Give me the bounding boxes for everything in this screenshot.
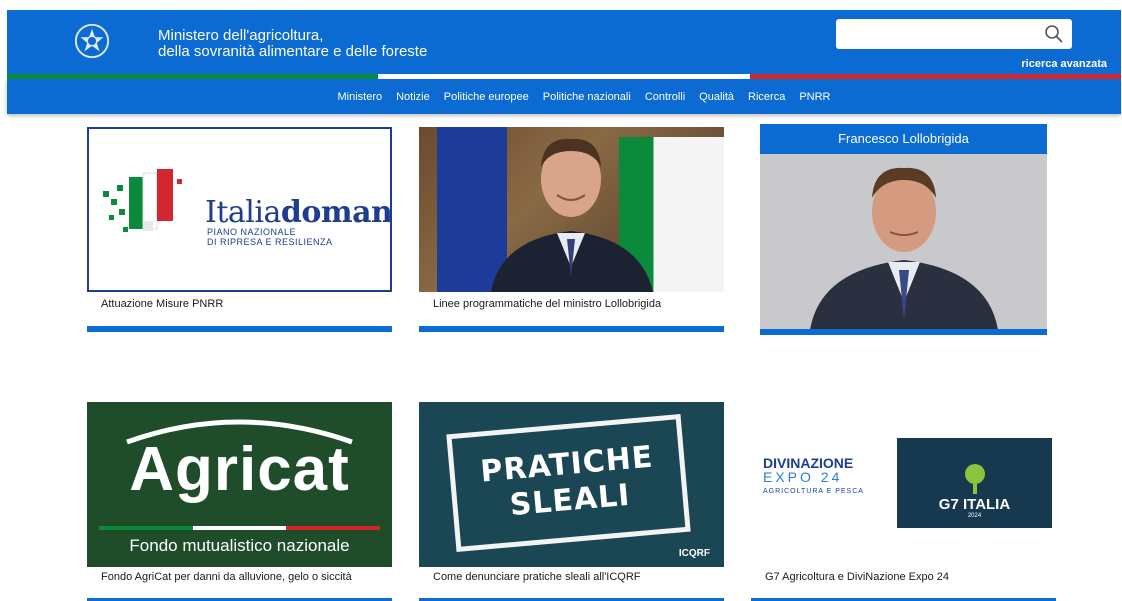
g7-divinazione-banner[interactable]: DIVINAZIONE EXPO 24 AGRICOLTURA E PESCA …: [751, 402, 1056, 567]
card-linee-programmatiche[interactable]: Linee programmatiche del ministro Lollob…: [419, 127, 724, 337]
nav-item-qualita[interactable]: Qualità: [699, 91, 734, 103]
agricat-subtitle: Fondo mutualistico nazionale: [129, 536, 350, 555]
card-caption[interactable]: Come denunciare pratiche sleali all'ICQR…: [433, 571, 641, 583]
nav-item-controlli[interactable]: Controlli: [645, 91, 685, 103]
card-agricat[interactable]: Agricat Fondo mutualistico nazionale Fon…: [87, 402, 392, 601]
icqrf-logo: ICQRF: [678, 548, 710, 559]
divinazione-logo: DIVINAZIONE EXPO 24 AGRICOLTURA E PESCA: [763, 455, 864, 495]
card-underline: [87, 326, 392, 332]
nav-item-pnrr[interactable]: PNRR: [799, 91, 830, 103]
advanced-search-link[interactable]: ricerca avanzata: [1021, 58, 1107, 70]
person-portrait: [810, 167, 998, 329]
card-minister[interactable]: Francesco Lollobrigida: [760, 124, 1047, 339]
ministry-name[interactable]: Ministero dell'agricoltura, della sovran…: [158, 28, 427, 60]
card-underline: [419, 326, 724, 332]
italiadomani-wordmark: Italiadomani: [205, 195, 392, 230]
card-caption[interactable]: G7 Agricoltura e DiviNazione Expo 24: [765, 571, 949, 583]
card-caption[interactable]: Linee programmatiche del ministro Lollob…: [433, 298, 661, 310]
tricolor-divider: [99, 526, 381, 530]
nav-item-ministero[interactable]: Ministero: [337, 91, 382, 103]
pratiche-sleali-banner[interactable]: PRATICHE SLEALI ICQRF: [419, 402, 724, 567]
ministry-name-line1: Ministero dell'agricoltura,: [158, 27, 324, 44]
tree-icon: [964, 464, 985, 494]
italiadomani-mark-icon: [103, 169, 182, 232]
italiadomani-logo[interactable]: Italiadomani PIANO NAZIONALE DI RIPRESA …: [87, 127, 392, 292]
card-g7[interactable]: DIVINAZIONE EXPO 24 AGRICOLTURA E PESCA …: [751, 402, 1056, 601]
g7-italia-logo: G7 ITALIA 2024: [897, 438, 1052, 528]
nav-item-politiche-europee[interactable]: Politiche europee: [444, 91, 529, 103]
search-input[interactable]: [836, 19, 1072, 49]
person-portrait: [491, 138, 653, 292]
agricat-wordmark: Agricat: [129, 435, 350, 504]
nav-item-politiche-nazionali[interactable]: Politiche nazionali: [543, 91, 631, 103]
sleali-stamp: PRATICHE SLEALI: [446, 413, 691, 553]
card-underline: [760, 329, 1047, 335]
card-caption[interactable]: Fondo AgriCat per danni da alluvione, ge…: [101, 571, 352, 583]
card-caption[interactable]: Attuazione Misure PNRR: [101, 298, 223, 310]
nav-item-ricerca[interactable]: Ricerca: [748, 91, 785, 103]
republic-emblem-icon[interactable]: [73, 22, 111, 60]
minister-name[interactable]: Francesco Lollobrigida: [760, 124, 1047, 154]
agricat-logo[interactable]: Agricat Fondo mutualistico nazionale: [87, 402, 392, 567]
minister-photo-flags[interactable]: [419, 127, 724, 292]
minister-portrait[interactable]: Francesco Lollobrigida: [760, 124, 1047, 329]
card-pnrr[interactable]: Italiadomani PIANO NAZIONALE DI RIPRESA …: [87, 127, 392, 337]
site-header: Ministero dell'agricoltura, della sovran…: [7, 10, 1121, 78]
ministry-name-line2: della sovranità alimentare e delle fores…: [158, 43, 428, 60]
card-pratiche-sleali[interactable]: PRATICHE SLEALI ICQRF Come denunciare pr…: [419, 402, 724, 601]
italiadomani-subtitle: PIANO NAZIONALE DI RIPRESA E RESILIENZA: [207, 227, 333, 247]
main-nav: Ministero Notizie Politiche europee Poli…: [7, 79, 1121, 114]
nav-item-notizie[interactable]: Notizie: [396, 91, 430, 103]
search-icon[interactable]: [1044, 24, 1064, 44]
